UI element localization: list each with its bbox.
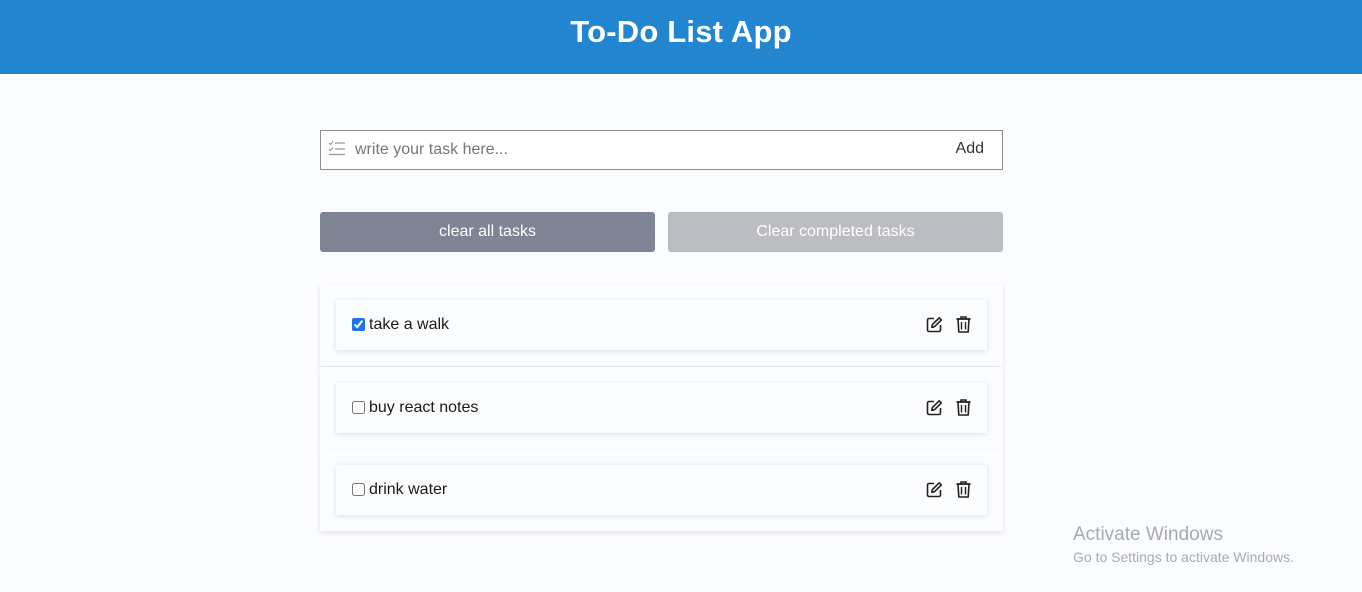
- trash-icon: [956, 481, 971, 498]
- activate-windows-watermark: Activate Windows Go to Settings to activ…: [1073, 524, 1294, 568]
- clear-completed-tasks-button[interactable]: Clear completed tasks: [668, 212, 1003, 252]
- task-item: drink water: [320, 449, 1003, 531]
- app-title: To-Do List App: [570, 14, 792, 49]
- task-checkbox[interactable]: [352, 317, 365, 331]
- add-task-button[interactable]: Add: [956, 140, 984, 158]
- task-item: take a walk: [320, 284, 1003, 366]
- task-input[interactable]: [355, 141, 915, 159]
- edit-task-button[interactable]: [925, 398, 944, 417]
- edit-icon: [926, 400, 943, 416]
- watermark-subtitle: Go to Settings to activate Windows.: [1073, 549, 1294, 565]
- task-card: buy react notes: [336, 383, 987, 433]
- task-item: buy react notes: [320, 367, 1003, 449]
- clear-all-tasks-button[interactable]: clear all tasks: [320, 212, 655, 252]
- edit-task-button[interactable]: [925, 480, 944, 499]
- task-actions: [925, 480, 973, 499]
- task-card: take a walk: [336, 300, 987, 350]
- trash-icon: [956, 399, 971, 416]
- task-actions: [925, 398, 973, 417]
- delete-task-button[interactable]: [954, 398, 973, 417]
- task-text: drink water: [369, 481, 448, 498]
- task-text: take a walk: [369, 316, 450, 333]
- task-input-box: Add: [320, 130, 1003, 170]
- delete-task-button[interactable]: [954, 315, 973, 334]
- task-card: drink water: [336, 465, 987, 515]
- checklist-icon: [328, 141, 345, 156]
- watermark-title: Activate Windows: [1073, 524, 1223, 545]
- edit-task-button[interactable]: [925, 315, 944, 334]
- app-header: To-Do List App: [0, 0, 1362, 74]
- edit-icon: [926, 482, 943, 498]
- task-checkbox[interactable]: [352, 482, 365, 496]
- task-checkbox[interactable]: [352, 400, 365, 414]
- trash-icon: [956, 316, 971, 333]
- task-text: buy react notes: [369, 399, 479, 416]
- task-actions: [925, 315, 973, 334]
- edit-icon: [926, 317, 943, 333]
- delete-task-button[interactable]: [954, 480, 973, 499]
